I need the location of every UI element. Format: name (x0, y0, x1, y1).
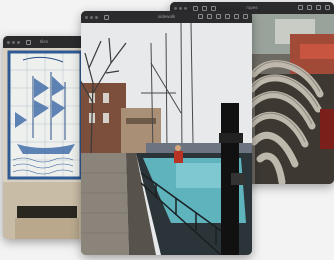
sidewalk-photo (81, 23, 252, 255)
image-tiles (3, 48, 85, 239)
zoom-button[interactable] (184, 6, 187, 10)
minimize-button[interactable] (12, 40, 15, 44)
zoom-in-icon[interactable] (207, 14, 212, 19)
sidebar-icon[interactable] (193, 5, 198, 11)
titlebar[interactable]: sidewalk (81, 11, 252, 23)
window-controls[interactable] (7, 40, 20, 44)
search-icon[interactable] (243, 14, 248, 19)
share-icon[interactable] (298, 5, 303, 10)
sidebar-icon[interactable] (26, 39, 31, 45)
titlebar[interactable]: tiles (3, 36, 85, 48)
tiles-photo (3, 48, 85, 239)
window-tiles[interactable]: tiles (3, 36, 85, 239)
markup-icon[interactable] (234, 14, 239, 19)
share-icon[interactable] (216, 14, 221, 19)
zoom-in-icon[interactable] (211, 5, 216, 11)
zoom-button[interactable] (17, 40, 20, 44)
minimize-button[interactable] (90, 15, 93, 19)
markup-icon[interactable] (316, 5, 321, 10)
window-controls[interactable] (174, 6, 187, 10)
close-button[interactable] (85, 15, 88, 19)
zoom-button[interactable] (95, 15, 98, 19)
close-button[interactable] (174, 6, 177, 10)
search-icon[interactable] (325, 5, 330, 10)
window-sidewalk[interactable]: sidewalk (81, 11, 252, 255)
zoom-out-icon[interactable] (202, 5, 207, 11)
window-controls[interactable] (85, 15, 98, 19)
rotate-icon[interactable] (225, 14, 230, 19)
sidebar-icon[interactable] (104, 14, 109, 20)
close-button[interactable] (7, 40, 10, 44)
rotate-icon[interactable] (307, 5, 312, 10)
zoom-out-icon[interactable] (198, 14, 203, 19)
minimize-button[interactable] (179, 6, 182, 10)
image-sidewalk (81, 23, 252, 255)
